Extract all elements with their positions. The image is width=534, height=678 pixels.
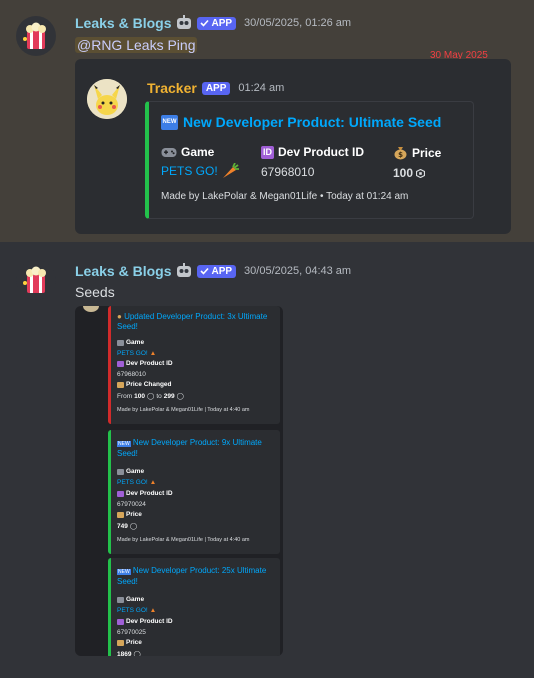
robux-icon: ◯	[147, 393, 155, 400]
robux-icon: ◯	[129, 523, 138, 530]
robot-icon	[177, 263, 192, 277]
moneybag-icon: $	[394, 147, 407, 160]
moneybag-icon	[117, 381, 124, 388]
price-label: Price	[126, 511, 142, 518]
avatar[interactable]	[16, 260, 56, 300]
field-product-id-name: Dev Product ID	[278, 145, 365, 159]
tracker-app-badge: APP	[201, 81, 231, 95]
price-to: to	[156, 392, 162, 400]
id-label: Dev Product ID	[126, 618, 173, 625]
game-value: PETS GO!	[117, 607, 148, 614]
game-value: PETS GO!	[117, 350, 148, 357]
message-text: Seeds	[75, 284, 115, 300]
field-price-value: 100	[393, 166, 414, 180]
price-new: 299	[163, 392, 175, 400]
checkmark-icon	[200, 19, 210, 27]
embed-footer: Made by LakePolar & Megan01Life | Today …	[117, 407, 250, 413]
id-value: 67970025	[117, 629, 146, 636]
role-mention[interactable]: @RNG Leaks Ping	[75, 37, 198, 53]
id-icon: ID	[261, 145, 274, 159]
field-price: $ Price 100	[393, 145, 442, 181]
svg-text:$: $	[398, 151, 403, 159]
popcorn-avatar-icon	[23, 266, 46, 293]
popcorn-avatar-icon	[23, 22, 46, 49]
id-value: 67968010	[117, 371, 146, 378]
id-icon	[117, 490, 124, 497]
field-product-id: ID Dev Product ID 67968010	[261, 145, 364, 179]
game-label: Game	[126, 596, 145, 603]
field-price-name: Price	[412, 145, 442, 160]
new-icon: NEW	[117, 569, 131, 575]
screenshot-attachment[interactable]: ● Updated Developer Product: 3x Ultimate…	[75, 306, 283, 656]
embed-title-text: Updated Developer Product: 3x Ultimate S…	[117, 312, 268, 331]
game-value: PETS GO!	[117, 479, 148, 486]
id-label: Dev Product ID	[126, 490, 173, 497]
field-game: Game PETS GO!	[161, 145, 239, 179]
tracker-time[interactable]: 01:24 am	[238, 82, 284, 94]
app-badge-label: APP	[211, 17, 233, 29]
price-value: 749	[117, 522, 128, 530]
field-game-name: Game	[181, 145, 215, 159]
checkmark-icon	[200, 267, 210, 275]
screenshot-embed-2: NEW New Developer Product: 9x Ultimate S…	[108, 430, 280, 554]
pikachu-avatar-icon	[87, 79, 127, 119]
embed-title-text: New Developer Product: 25x Ultimate Seed…	[117, 566, 267, 586]
timestamp[interactable]: 30/05/2025, 04:43 am	[244, 265, 351, 277]
game-label: Game	[126, 468, 145, 475]
avatar[interactable]	[16, 16, 56, 56]
username[interactable]: Leaks & Blogs	[75, 263, 171, 279]
embed-title: ● Updated Developer Product: 3x Ultimate…	[117, 312, 269, 332]
embed-title-text: New Developer Product: 9x Ultimate Seed!	[117, 438, 262, 458]
forwarded-message: Tracker APP 01:24 am NEW New Developer P…	[75, 59, 511, 234]
robux-icon: ◯	[133, 651, 141, 656]
app-badge: APP	[197, 264, 237, 278]
carrot-icon: ▲	[149, 607, 157, 614]
gamepad-icon	[161, 147, 177, 157]
moneybag-icon	[117, 639, 124, 646]
field-product-id-value: 67968010	[261, 165, 315, 179]
app-badge: APP	[197, 16, 237, 30]
price-label: Price Changed	[126, 381, 172, 388]
embed-title: NEW New Developer Product: 9x Ultimate S…	[117, 438, 269, 459]
field-game-value[interactable]: PETS GO!	[161, 164, 218, 178]
username[interactable]: Leaks & Blogs	[75, 15, 171, 31]
id-label: Dev Product ID	[126, 360, 173, 367]
product-embed: NEW New Developer Product: Ultimate Seed…	[145, 101, 474, 219]
price-label: Price	[126, 639, 142, 646]
tracker-avatar[interactable]	[87, 79, 127, 119]
robux-icon: ◯	[176, 393, 184, 400]
cropped-avatar	[83, 306, 99, 312]
app-badge-label: APP	[211, 265, 233, 277]
timestamp[interactable]: 30/05/2025, 01:26 am	[244, 17, 351, 29]
robot-icon	[177, 15, 192, 29]
carrot-icon: ▲	[149, 479, 157, 486]
new-icon: NEW	[117, 441, 131, 447]
embed-title: NEW New Developer Product: 25x Ultimate …	[117, 566, 269, 587]
moneybag-icon	[117, 511, 124, 518]
gamepad-icon	[117, 468, 124, 475]
tracker-name[interactable]: Tracker	[147, 80, 197, 96]
message-2: Leaks & Blogs APP 30/05/2025, 04:43 am S…	[0, 244, 534, 678]
gamepad-icon	[117, 339, 124, 346]
robux-icon	[416, 168, 426, 178]
embed-footer: Made by LakePolar & Megan01Life • Today …	[161, 191, 409, 202]
moneybag-icon: ●	[117, 312, 122, 321]
embed-title[interactable]: New Developer Product: Ultimate Seed	[183, 114, 441, 130]
price-old: 100	[134, 392, 146, 400]
id-value: 67970024	[117, 501, 146, 508]
gamepad-icon	[117, 596, 124, 603]
id-icon	[117, 618, 124, 625]
id-icon	[117, 360, 124, 367]
game-label: Game	[126, 339, 145, 346]
screenshot-embed-1: ● Updated Developer Product: 3x Ultimate…	[108, 306, 280, 424]
carrot-icon: ▲	[149, 350, 157, 357]
message-1: Leaks & Blogs APP 30/05/2025, 01:26 am @…	[0, 0, 534, 242]
screenshot-embed-3: NEW New Developer Product: 25x Ultimate …	[108, 558, 280, 656]
new-icon: NEW	[161, 114, 178, 130]
price-from: From	[117, 392, 133, 400]
carrot-icon	[222, 163, 239, 178]
embed-footer: Made by LakePolar & Megan01Life | Today …	[117, 537, 250, 543]
price-value: 1869	[117, 650, 132, 657]
